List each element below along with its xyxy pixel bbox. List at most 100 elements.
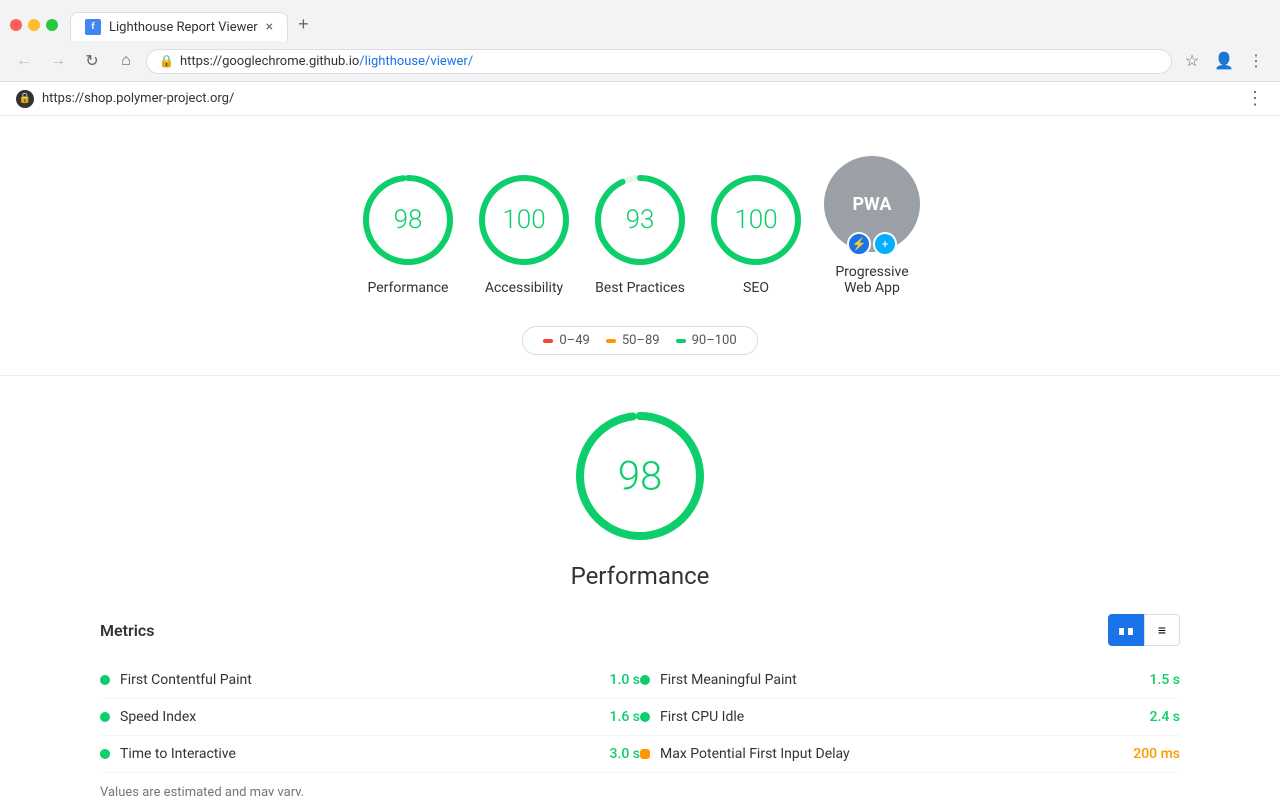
- nav-actions: ☆ 👤 ⋮: [1178, 47, 1270, 75]
- score-circle-accessibility: 100: [476, 172, 572, 268]
- score-card-best-practices[interactable]: 93 Best Practices: [592, 172, 688, 296]
- main-content: 98 Performance 100 Accessibility: [0, 116, 1280, 796]
- metric-value-fcp: 1.0 s: [590, 672, 640, 688]
- metric-row-si: Speed Index 1.6 s: [100, 699, 640, 736]
- metric-row-tti: Time to Interactive 3.0 s: [100, 736, 640, 773]
- score-card-seo[interactable]: 100 SEO: [708, 172, 804, 296]
- score-number-seo: 100: [734, 205, 777, 235]
- view-toggle: ∎∎ ≡: [1108, 614, 1180, 646]
- tab-title: Lighthouse Report Viewer: [109, 20, 258, 35]
- legend-pill: 0–49 50–89 90–100: [522, 326, 757, 355]
- user-button[interactable]: 👤: [1210, 47, 1238, 75]
- metric-row-fci: First CPU Idle 2.4 s: [640, 699, 1180, 736]
- metric-dot-fcp: [100, 675, 110, 685]
- url-display: https://googlechrome.github.io/lighthous…: [180, 54, 1159, 69]
- menu-button[interactable]: ⋮: [1242, 47, 1270, 75]
- site-icon: 🔒: [16, 90, 34, 108]
- score-label-best-practices: Best Practices: [595, 280, 685, 296]
- new-tab-button[interactable]: +: [288, 8, 319, 41]
- metric-value-tti: 3.0 s: [590, 746, 640, 762]
- metric-name-mpfid: Max Potential First Input Delay: [660, 746, 1120, 762]
- metric-dot-mpfid: [640, 749, 650, 759]
- metric-value-si: 1.6 s: [590, 709, 640, 725]
- bookmark-button[interactable]: ☆: [1178, 47, 1206, 75]
- home-button[interactable]: ⌂: [112, 47, 140, 75]
- active-tab[interactable]: f Lighthouse Report Viewer ×: [70, 12, 288, 41]
- url-path: /lighthouse/viewer/: [359, 54, 473, 69]
- list-view-button[interactable]: ≡: [1144, 614, 1180, 646]
- metric-row-mpfid: Max Potential First Input Delay 200 ms: [640, 736, 1180, 773]
- legend-dot-green: [676, 339, 686, 343]
- metric-name-fcp: First Contentful Paint: [120, 672, 580, 688]
- back-button[interactable]: ←: [10, 47, 38, 75]
- metric-name-tti: Time to Interactive: [120, 746, 580, 762]
- site-url: https://shop.polymer-project.org/: [42, 91, 234, 106]
- legend-item-red: 0–49: [543, 333, 589, 348]
- pwa-badges: ⚡ +: [847, 232, 897, 256]
- legend-label-red: 0–49: [559, 333, 589, 348]
- score-number-performance: 98: [394, 205, 423, 235]
- refresh-button[interactable]: ↻: [78, 47, 106, 75]
- pwa-text: PWA: [852, 194, 891, 215]
- site-bar: 🔒 https://shop.polymer-project.org/ ⋮: [0, 82, 1280, 116]
- forward-button[interactable]: →: [44, 47, 72, 75]
- maximize-window-button[interactable]: [46, 19, 58, 31]
- score-circle-performance: 98: [360, 172, 456, 268]
- tab-close-button[interactable]: ×: [266, 19, 273, 35]
- legend-label-orange: 50–89: [622, 333, 660, 348]
- score-number-accessibility: 100: [502, 205, 545, 235]
- metrics-grid: First Contentful Paint 1.0 s First Meani…: [20, 662, 1260, 773]
- legend-dot-orange: [606, 339, 616, 343]
- metric-name-fci: First CPU Idle: [660, 709, 1120, 725]
- lock-icon: 🔒: [159, 54, 174, 68]
- score-label-performance: Performance: [368, 280, 449, 296]
- tab-bar: f Lighthouse Report Viewer × +: [70, 8, 319, 41]
- score-cards-section: 98 Performance 100 Accessibility: [0, 116, 1280, 316]
- window-controls: [10, 19, 58, 31]
- score-circle-seo: 100: [708, 172, 804, 268]
- score-label-accessibility: Accessibility: [485, 280, 563, 296]
- title-bar: f Lighthouse Report Viewer × +: [0, 0, 1280, 41]
- legend-dot-red: [543, 339, 553, 343]
- perf-circle: 98: [570, 406, 710, 546]
- address-bar[interactable]: 🔒 https://googlechrome.github.io/lightho…: [146, 49, 1172, 74]
- metric-row-fmp: First Meaningful Paint 1.5 s: [640, 662, 1180, 699]
- performance-section: 98 Performance Metrics ∎∎ ≡ First Conten…: [0, 376, 1280, 796]
- nav-bar: ← → ↻ ⌂ 🔒 https://googlechrome.github.io…: [0, 41, 1280, 81]
- score-card-performance[interactable]: 98 Performance: [360, 172, 456, 296]
- pwa-badge-lightning: ⚡: [847, 232, 871, 256]
- perf-title: Performance: [20, 562, 1260, 590]
- metrics-header: Metrics ∎∎ ≡: [20, 614, 1260, 646]
- pwa-circle: PWA ⚡ +: [824, 156, 920, 252]
- score-card-pwa[interactable]: PWA ⚡ + Progressive Web App: [824, 156, 920, 296]
- close-window-button[interactable]: [10, 19, 22, 31]
- grid-view-button[interactable]: ∎∎: [1108, 614, 1144, 646]
- metric-name-fmp: First Meaningful Paint: [660, 672, 1120, 688]
- legend-item-orange: 50–89: [606, 333, 660, 348]
- metrics-label: Metrics: [100, 621, 154, 640]
- site-bar-menu-icon[interactable]: ⋮: [1246, 88, 1264, 109]
- metric-dot-tti: [100, 749, 110, 759]
- score-card-accessibility[interactable]: 100 Accessibility: [476, 172, 572, 296]
- metric-dot-si: [100, 712, 110, 722]
- legend: 0–49 50–89 90–100: [0, 326, 1280, 355]
- perf-score-wrapper: 98: [20, 406, 1260, 546]
- legend-item-green: 90–100: [676, 333, 737, 348]
- url-domain: https://googlechrome.github.io: [180, 54, 359, 69]
- score-label-seo: SEO: [743, 280, 769, 296]
- metric-row-fcp: First Contentful Paint 1.0 s: [100, 662, 640, 699]
- metric-value-fmp: 1.5 s: [1130, 672, 1180, 688]
- metric-value-fci: 2.4 s: [1130, 709, 1180, 725]
- perf-score-number: 98: [618, 453, 662, 500]
- pwa-badge-plus: +: [873, 232, 897, 256]
- score-number-best-practices: 93: [626, 205, 655, 235]
- site-bar-left: 🔒 https://shop.polymer-project.org/: [16, 90, 234, 108]
- metric-dot-fci: [640, 712, 650, 722]
- tab-favicon: f: [85, 19, 101, 35]
- minimize-window-button[interactable]: [28, 19, 40, 31]
- metric-value-mpfid: 200 ms: [1130, 746, 1180, 762]
- metric-name-si: Speed Index: [120, 709, 580, 725]
- metric-dot-fmp: [640, 675, 650, 685]
- score-label-pwa: Progressive Web App: [835, 264, 908, 296]
- legend-label-green: 90–100: [692, 333, 737, 348]
